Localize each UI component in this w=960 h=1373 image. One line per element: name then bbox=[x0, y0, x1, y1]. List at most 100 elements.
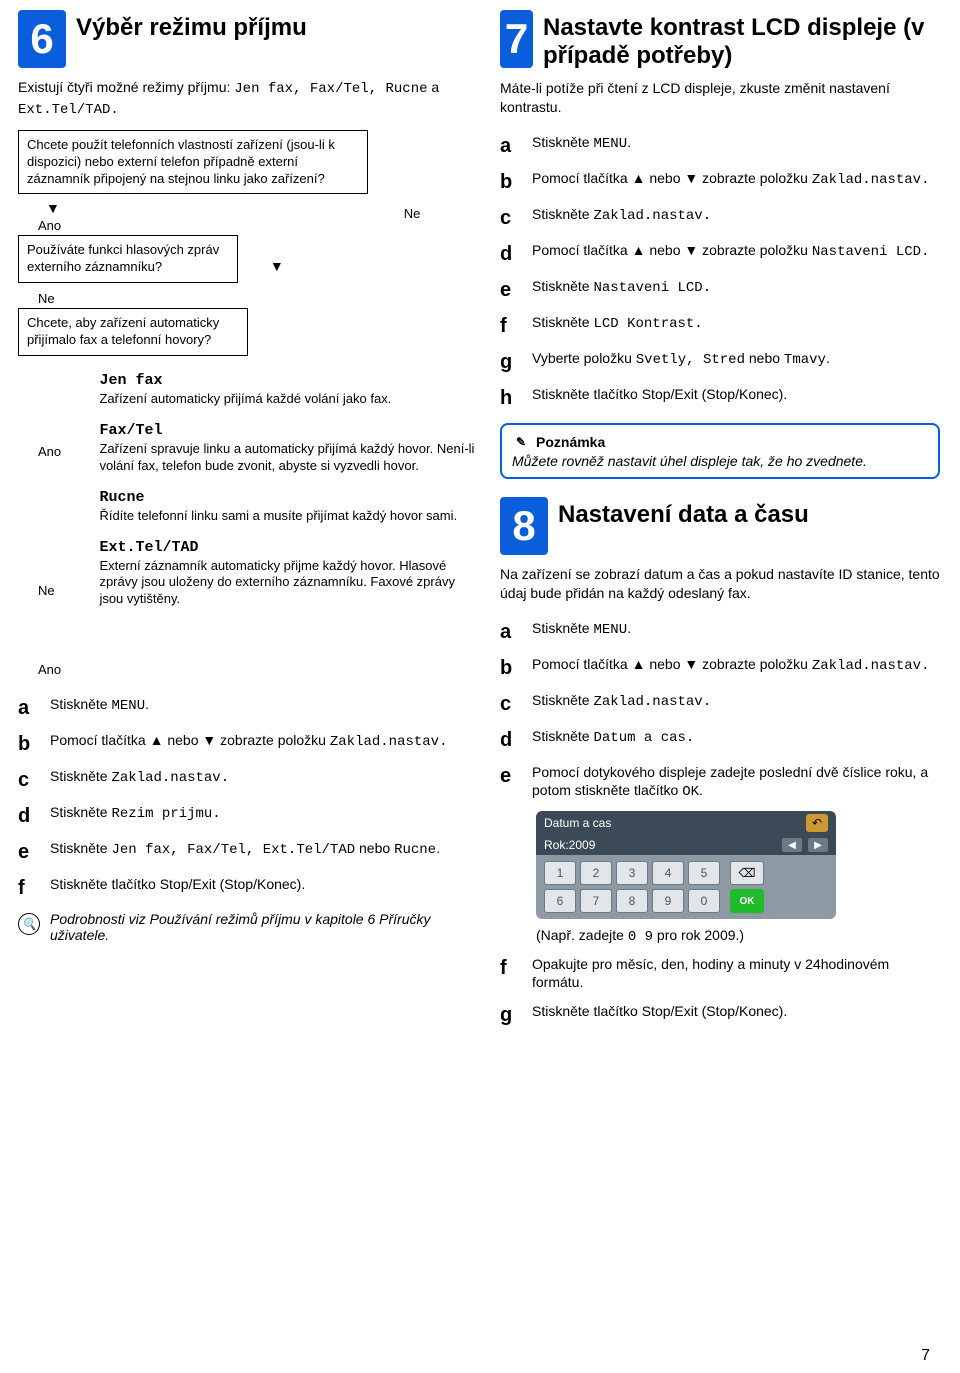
s8d-text: Stiskněte Datum a cas. bbox=[532, 727, 940, 747]
s7g-label: g bbox=[500, 349, 518, 375]
s8b-label: b bbox=[500, 655, 518, 681]
s7h-label: h bbox=[500, 385, 518, 411]
step-d-label: d bbox=[18, 803, 36, 829]
mode-faxtel: Fax/Tel Zařízení spravuje linku a automa… bbox=[99, 422, 478, 475]
lcd-keypad: Datum a cas ↶ Rok:2009 ◀ ▶ 1 2 3 4 5 6 7… bbox=[536, 811, 836, 919]
section-7-header: 7 Nastavte kontrast LCD displeje (v příp… bbox=[500, 10, 940, 69]
key-4: 4 bbox=[652, 861, 684, 885]
step-c-text: Stiskněte Zaklad.nastav. bbox=[50, 767, 478, 787]
s7d-text: Pomocí tlačítka ▲ nebo ▼ zobrazte položk… bbox=[532, 241, 940, 261]
step-b-text: Pomocí tlačítka ▲ nebo ▼ zobrazte položk… bbox=[50, 731, 478, 751]
intro-text-a: Existují čtyři možné režimy příjmu: bbox=[18, 79, 234, 95]
s8c-text: Stiskněte Zaklad.nastav. bbox=[532, 691, 940, 711]
s7e-label: e bbox=[500, 277, 518, 303]
mode-jenfax: Jen fax Zařízení automaticky přijímá kaž… bbox=[99, 372, 478, 408]
intro-text-mid: a bbox=[428, 79, 440, 95]
s7g-text: Vyberte položku Svetly, Stred nebo Tmavy… bbox=[532, 349, 940, 369]
key-7: 7 bbox=[580, 889, 612, 913]
s8a-label: a bbox=[500, 619, 518, 645]
s8e-label: e bbox=[500, 763, 518, 789]
key-6: 6 bbox=[544, 889, 576, 913]
s8b-text: Pomocí tlačítka ▲ nebo ▼ zobrazte položk… bbox=[532, 655, 940, 675]
mode-jenfax-title: Jen fax bbox=[99, 372, 478, 389]
answer-ano-1: Ano bbox=[38, 218, 284, 233]
decision-flow: Chcete použít telefonních vlastností zař… bbox=[18, 130, 478, 679]
key-9: 9 bbox=[652, 889, 684, 913]
step-a-label: a bbox=[18, 695, 36, 721]
ok-button: OK bbox=[730, 889, 764, 913]
page-number: 7 bbox=[921, 1347, 930, 1365]
s8a-text: Stiskněte MENU. bbox=[532, 619, 940, 639]
reference-text: Podrobnosti viz Používání režimů příjmu … bbox=[50, 911, 478, 943]
section-7-intro: Máte-li potíže při čtení z LCD displeje,… bbox=[500, 79, 940, 117]
section-6-steps: a Stiskněte MENU. b Pomocí tlačítka ▲ ne… bbox=[18, 695, 478, 943]
answer-ano-2: Ano bbox=[38, 444, 99, 459]
section-7-steps: a Stiskněte MENU. b Pomocí tlačítka ▲ nebo… bbox=[500, 133, 940, 411]
step-b-label: b bbox=[18, 731, 36, 757]
pencil-icon: ✎ bbox=[512, 433, 530, 451]
step-e-label: e bbox=[18, 839, 36, 865]
mode-faxtel-title: Fax/Tel bbox=[99, 422, 478, 439]
section-8-title: Nastavení data a času bbox=[558, 497, 809, 529]
arrow-down-icon: ▼ bbox=[270, 258, 284, 274]
step-number-8: 8 bbox=[500, 497, 548, 555]
question-1-box: Chcete použít telefonních vlastností zař… bbox=[18, 130, 368, 195]
s7a-text: Stiskněte MENU. bbox=[532, 133, 940, 153]
backspace-icon: ⌫ bbox=[730, 861, 764, 885]
s8e-text: Pomocí dotykového displeje zadejte posle… bbox=[532, 763, 940, 801]
s7c-label: c bbox=[500, 205, 518, 231]
step-f-label: f bbox=[18, 875, 36, 901]
note-body: Můžete rovněž nastavit úhel displeje tak… bbox=[512, 453, 928, 469]
section-7-title: Nastavte kontrast LCD displeje (v případ… bbox=[543, 10, 940, 69]
answer-ne-2: Ne bbox=[404, 206, 421, 221]
intro-mode-last: Ext.Tel/TAD. bbox=[18, 102, 119, 118]
section-6-intro: Existují čtyři možné režimy příjmu: Jen … bbox=[18, 78, 478, 120]
key-2: 2 bbox=[580, 861, 612, 885]
s8d-label: d bbox=[500, 727, 518, 753]
s7h-text: Stiskněte tlačítko Stop/Exit (Stop/Konec… bbox=[532, 385, 940, 403]
reference-note: 🔍 Podrobnosti viz Používání režimů příjm… bbox=[18, 911, 478, 943]
key-1: 1 bbox=[544, 861, 576, 885]
step-f-text: Stiskněte tlačítko Stop/Exit (Stop/Konec… bbox=[50, 875, 478, 893]
s7e-text: Stiskněte Nastaveni LCD. bbox=[532, 277, 940, 297]
mode-rucne-title: Rucne bbox=[99, 489, 478, 506]
s7c-text: Stiskněte Zaklad.nastav. bbox=[532, 205, 940, 225]
mode-exttad-desc: Externí záznamník automaticky přijme kaž… bbox=[99, 558, 478, 609]
s8g-label: g bbox=[500, 1002, 518, 1028]
section-8-intro: Na zařízení se zobrazí datum a čas a pok… bbox=[500, 565, 940, 603]
answer-ne-1: Ne bbox=[38, 291, 284, 306]
mode-faxtel-desc: Zařízení spravuje linku a automaticky př… bbox=[99, 441, 478, 475]
arrow-down-icon: ▼ bbox=[46, 200, 60, 216]
section-6-title: Výběr režimu příjmu bbox=[76, 10, 307, 42]
step-e-text: Stiskněte Jen fax, Fax/Tel, Ext.Tel/TAD … bbox=[50, 839, 478, 859]
mode-rucne-desc: Řídíte telefonní linku sami a musíte při… bbox=[99, 508, 478, 525]
mode-exttad: Ext.Tel/TAD Externí záznamník automatick… bbox=[99, 539, 478, 609]
arrow-right-icon: ▶ bbox=[808, 838, 828, 852]
section-8-steps: a Stiskněte MENU. b Pomocí tlačítka ▲ nebo… bbox=[500, 619, 940, 801]
s7f-text: Stiskněte LCD Kontrast. bbox=[532, 313, 940, 333]
key-0: 0 bbox=[688, 889, 720, 913]
step-a-text: Stiskněte MENU. bbox=[50, 695, 478, 715]
question-2-box: Používáte funkci hlasových zpráv externí… bbox=[18, 235, 238, 283]
s7a-label: a bbox=[500, 133, 518, 159]
s7f-label: f bbox=[500, 313, 518, 339]
s8g-text: Stiskněte tlačítko Stop/Exit (Stop/Konec… bbox=[532, 1002, 940, 1020]
step-c-label: c bbox=[18, 767, 36, 793]
step-d-text: Stiskněte Rezim prijmu. bbox=[50, 803, 478, 823]
answer-ne-3: Ne bbox=[38, 583, 99, 598]
s8f-label: f bbox=[500, 955, 518, 981]
step-number-6: 6 bbox=[18, 10, 66, 68]
kp-year: Rok:2009 bbox=[544, 838, 595, 852]
s7b-label: b bbox=[500, 169, 518, 195]
s8f-text: Opakujte pro měsíc, den, hodiny a minuty… bbox=[532, 955, 940, 991]
magnifier-icon: 🔍 bbox=[18, 913, 40, 935]
note-box: ✎Poznámka Můžete rovněž nastavit úhel di… bbox=[500, 423, 940, 479]
section-6-header: 6 Výběr režimu příjmu bbox=[18, 10, 478, 68]
section-8-header: 8 Nastavení data a času bbox=[500, 497, 940, 555]
key-5: 5 bbox=[688, 861, 720, 885]
mode-exttad-title: Ext.Tel/TAD bbox=[99, 539, 478, 556]
kp-title: Datum a cas bbox=[544, 816, 611, 830]
step-number-7: 7 bbox=[500, 10, 533, 68]
s7b-text: Pomocí tlačítka ▲ nebo ▼ zobrazte položk… bbox=[532, 169, 940, 189]
question-3-box: Chcete, aby zařízení automaticky přijíma… bbox=[18, 308, 248, 356]
